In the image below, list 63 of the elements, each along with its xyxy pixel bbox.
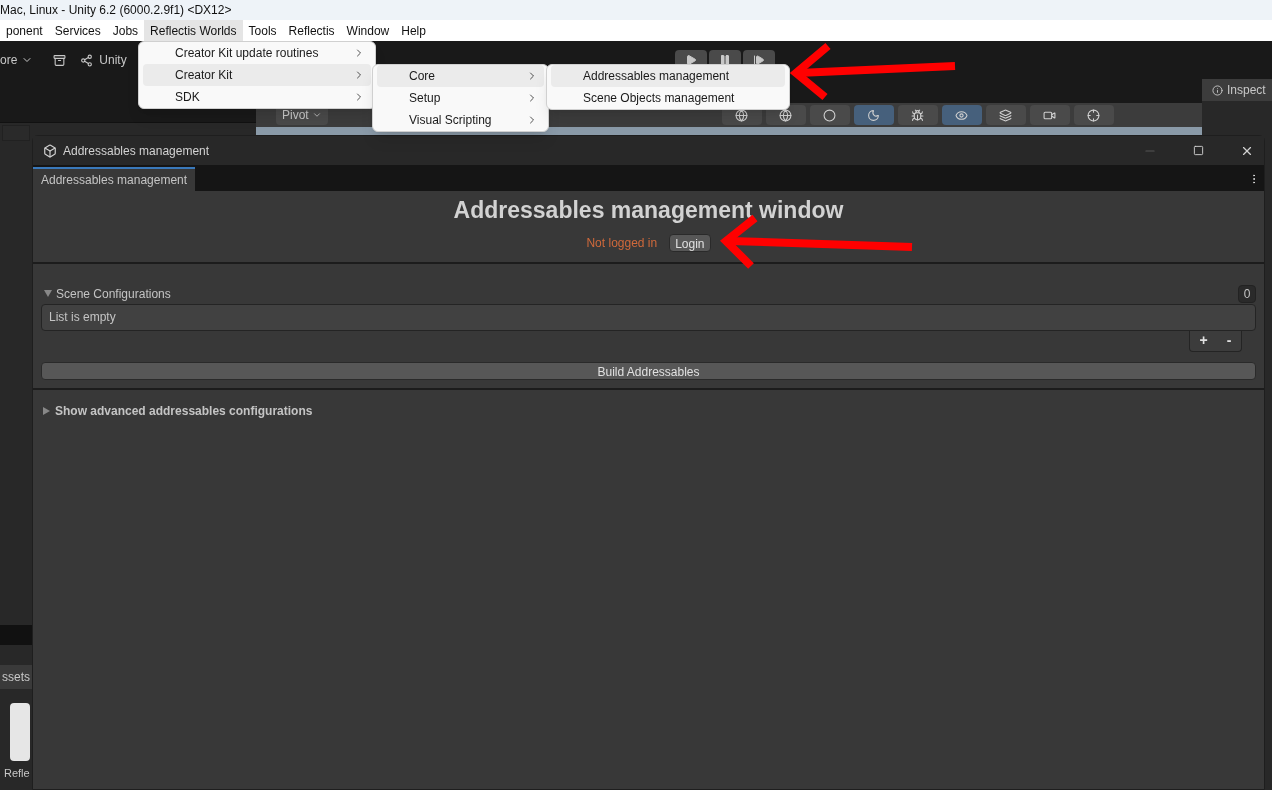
empty-list-text: List is empty [49,309,116,326]
window-heading: Addressables management window [453,196,844,225]
scene-tool-button[interactable] [985,105,1026,125]
cube-icon [43,143,57,158]
collapse-triangle-icon[interactable] [43,406,50,415]
menu-item[interactable]: Creator Kit [143,64,371,86]
tool-icon [955,108,969,122]
expand-triangle-icon[interactable] [44,290,52,297]
menu-item[interactable]: Addressables management [551,65,785,87]
scene-tool-button[interactable] [1073,105,1114,125]
account-button[interactable]: Unity [80,51,127,69]
menu-bar-item[interactable]: Reflectis Worlds [144,20,243,41]
menu-bar-item[interactable]: Help [395,20,432,41]
maximize-icon[interactable] [1193,145,1204,156]
menu-item-label: Scene Objects management [583,90,735,107]
scene-tool-button[interactable] [853,105,894,125]
window-title: Mac, Linux - Unity 6.2 (6000.2.9f1) <DX12> [0,2,232,19]
tool-icon [867,108,881,122]
count-field[interactable]: 0 [1238,284,1256,303]
window-tab[interactable]: Addressables management [33,167,196,191]
menu-item-label: Creator Kit update routines [175,45,319,62]
window-title: Addressables management [63,142,211,160]
menu-item[interactable]: Setup [377,87,544,109]
login-button[interactable]: Login [669,233,711,252]
menu-item-label: Creator Kit [175,67,233,84]
info-icon [1212,84,1223,96]
share-icon [80,53,94,67]
menu-bar-item[interactable]: Window [340,20,396,41]
tool-icon [1087,108,1101,122]
menu-bar-item[interactable]: Jobs [106,20,145,41]
add-button[interactable]: + [1199,330,1208,351]
archive-icon[interactable] [53,53,67,67]
login-status: Not logged in [586,234,658,252]
project-tab[interactable]: ssets [0,665,32,689]
menu-item[interactable]: SDK [143,86,371,108]
menu-bar-item[interactable]: ponent [0,20,49,41]
foldout-label[interactable]: Show advanced addressables configurations [55,401,313,420]
menu-item-label: SDK [175,89,200,106]
menu-item-label: Visual Scripting [409,112,492,129]
remove-button[interactable]: - [1226,330,1232,351]
menu-bar-item[interactable]: Tools [242,20,283,41]
tool-icon [999,108,1013,122]
section-title[interactable]: Scene Configurations [56,284,171,303]
menu-bar-item[interactable]: Services [48,20,107,41]
tool-icon [911,108,925,122]
tool-icon [823,108,837,122]
caret-icon [311,110,322,120]
menu-bar-item[interactable]: Reflectis [282,20,341,41]
menu-item[interactable]: Core [377,65,544,87]
menu-item[interactable]: Creator Kit update routines [143,42,371,64]
scene-tool-button[interactable] [897,105,938,125]
menu-item[interactable]: Visual Scripting [377,109,544,131]
menu-item-label: Addressables management [583,68,730,85]
dropdown-button[interactable]: ore [0,51,34,69]
scene-tool-button[interactable] [809,105,850,125]
menu-item-label: Core [409,68,435,85]
menu-item[interactable]: Scene Objects management [551,87,785,109]
scene-tool-button[interactable] [941,105,982,125]
inspector-tab[interactable]: Inspect [1202,79,1272,101]
asset-label: Refle [4,766,30,781]
menu-item-label: Setup [409,90,441,107]
scene-tool-button[interactable] [1029,105,1070,125]
build-button[interactable]: Build Addressables [41,361,1256,380]
